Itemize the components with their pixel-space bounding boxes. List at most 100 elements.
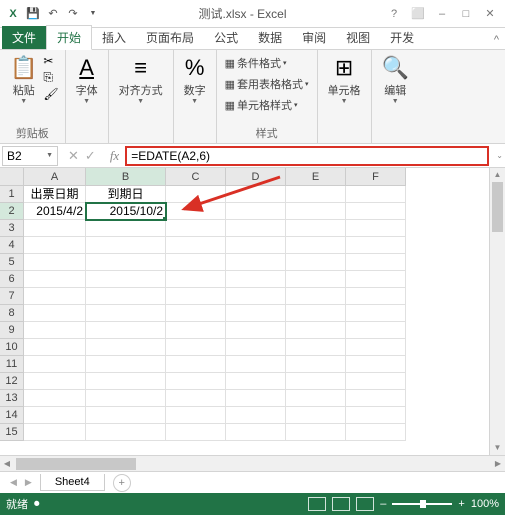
cell-C4[interactable] xyxy=(166,237,226,254)
cell-D10[interactable] xyxy=(226,339,286,356)
col-header-B[interactable]: B xyxy=(86,168,166,186)
cell-C6[interactable] xyxy=(166,271,226,288)
tab-page-layout[interactable]: 页面布局 xyxy=(136,26,204,49)
cell-E13[interactable] xyxy=(286,390,346,407)
row-header-9[interactable]: 9 xyxy=(0,322,24,339)
view-page-break-icon[interactable] xyxy=(356,497,374,511)
copy-icon[interactable]: ⎘ xyxy=(43,70,58,85)
tab-insert[interactable]: 插入 xyxy=(92,26,136,49)
cell-A1[interactable]: 出票日期 xyxy=(24,186,86,203)
font-button[interactable]: A字体▼ xyxy=(72,52,102,107)
cell-C2[interactable] xyxy=(166,203,226,220)
cell-C14[interactable] xyxy=(166,407,226,424)
cell-A5[interactable] xyxy=(24,254,86,271)
row-header-3[interactable]: 3 xyxy=(0,220,24,237)
row-header-12[interactable]: 12 xyxy=(0,373,24,390)
cell-B12[interactable] xyxy=(86,373,166,390)
tab-file[interactable]: 文件 xyxy=(2,26,46,49)
zoom-level[interactable]: 100% xyxy=(471,498,499,510)
cell-C7[interactable] xyxy=(166,288,226,305)
accept-formula-icon[interactable]: ✓ xyxy=(85,148,96,164)
cell-D12[interactable] xyxy=(226,373,286,390)
col-header-A[interactable]: A xyxy=(24,168,86,186)
redo-icon[interactable]: ↷ xyxy=(64,5,82,23)
fx-icon[interactable]: fx xyxy=(104,148,125,164)
cell-A13[interactable] xyxy=(24,390,86,407)
cell-E12[interactable] xyxy=(286,373,346,390)
tab-review[interactable]: 审阅 xyxy=(292,26,336,49)
alignment-button[interactable]: ≡对齐方式▼ xyxy=(115,52,167,107)
tab-developer[interactable]: 开发 xyxy=(380,26,424,49)
cell-F3[interactable] xyxy=(346,220,406,237)
tab-formulas[interactable]: 公式 xyxy=(204,26,248,49)
cell-C1[interactable] xyxy=(166,186,226,203)
sheet-tab[interactable]: Sheet4 xyxy=(40,474,105,491)
select-all-corner[interactable] xyxy=(0,168,24,186)
cell-A8[interactable] xyxy=(24,305,86,322)
cell-A14[interactable] xyxy=(24,407,86,424)
cell-E6[interactable] xyxy=(286,271,346,288)
expand-formula-bar-icon[interactable]: ⌄ xyxy=(496,151,503,160)
cells-grid[interactable]: 出票日期到期日2015/4/22015/10/2 xyxy=(24,186,489,455)
row-header-1[interactable]: 1 xyxy=(0,186,24,203)
cell-F7[interactable] xyxy=(346,288,406,305)
view-page-layout-icon[interactable] xyxy=(332,497,350,511)
conditional-format-button[interactable]: ▦条件格式▾ xyxy=(223,54,289,72)
col-header-D[interactable]: D xyxy=(226,168,286,186)
close-button[interactable]: ✕ xyxy=(479,5,501,23)
cell-F2[interactable] xyxy=(346,203,406,220)
scroll-right-icon[interactable]: ▶ xyxy=(491,459,505,468)
zoom-out-button[interactable]: – xyxy=(380,498,386,510)
vertical-scrollbar[interactable]: ▲ ▼ xyxy=(489,168,505,455)
col-header-F[interactable]: F xyxy=(346,168,406,186)
row-header-13[interactable]: 13 xyxy=(0,390,24,407)
row-header-11[interactable]: 11 xyxy=(0,356,24,373)
cell-C13[interactable] xyxy=(166,390,226,407)
cell-F4[interactable] xyxy=(346,237,406,254)
cell-A9[interactable] xyxy=(24,322,86,339)
minimize-button[interactable]: – xyxy=(431,5,453,23)
number-button[interactable]: %数字▼ xyxy=(180,52,210,107)
cell-C5[interactable] xyxy=(166,254,226,271)
cell-D9[interactable] xyxy=(226,322,286,339)
cell-E7[interactable] xyxy=(286,288,346,305)
cell-C10[interactable] xyxy=(166,339,226,356)
cell-D13[interactable] xyxy=(226,390,286,407)
name-box[interactable]: B2 ▼ xyxy=(2,146,58,166)
cell-B1[interactable]: 到期日 xyxy=(86,186,166,203)
cell-E8[interactable] xyxy=(286,305,346,322)
undo-icon[interactable]: ↶ xyxy=(44,5,62,23)
cell-E10[interactable] xyxy=(286,339,346,356)
cell-B2[interactable]: 2015/10/2 xyxy=(86,203,166,220)
cell-B6[interactable] xyxy=(86,271,166,288)
row-header-4[interactable]: 4 xyxy=(0,237,24,254)
cell-B7[interactable] xyxy=(86,288,166,305)
cells-button[interactable]: ⊞单元格▼ xyxy=(324,52,365,107)
zoom-in-button[interactable]: + xyxy=(458,498,464,510)
cell-F15[interactable] xyxy=(346,424,406,441)
col-header-E[interactable]: E xyxy=(286,168,346,186)
cell-B8[interactable] xyxy=(86,305,166,322)
row-header-15[interactable]: 15 xyxy=(0,424,24,441)
cell-E9[interactable] xyxy=(286,322,346,339)
row-header-5[interactable]: 5 xyxy=(0,254,24,271)
cell-E14[interactable] xyxy=(286,407,346,424)
cell-E1[interactable] xyxy=(286,186,346,203)
qat-more-icon[interactable]: ▼ xyxy=(84,5,102,23)
cell-B13[interactable] xyxy=(86,390,166,407)
cell-F6[interactable] xyxy=(346,271,406,288)
row-header-7[interactable]: 7 xyxy=(0,288,24,305)
cell-E2[interactable] xyxy=(286,203,346,220)
editing-button[interactable]: 🔍编辑▼ xyxy=(378,52,413,107)
cell-F11[interactable] xyxy=(346,356,406,373)
cell-F14[interactable] xyxy=(346,407,406,424)
cell-B5[interactable] xyxy=(86,254,166,271)
row-header-2[interactable]: 2 xyxy=(0,203,24,220)
cell-E3[interactable] xyxy=(286,220,346,237)
cell-A15[interactable] xyxy=(24,424,86,441)
cell-A10[interactable] xyxy=(24,339,86,356)
view-normal-icon[interactable] xyxy=(308,497,326,511)
cell-C11[interactable] xyxy=(166,356,226,373)
cell-A6[interactable] xyxy=(24,271,86,288)
cell-D14[interactable] xyxy=(226,407,286,424)
